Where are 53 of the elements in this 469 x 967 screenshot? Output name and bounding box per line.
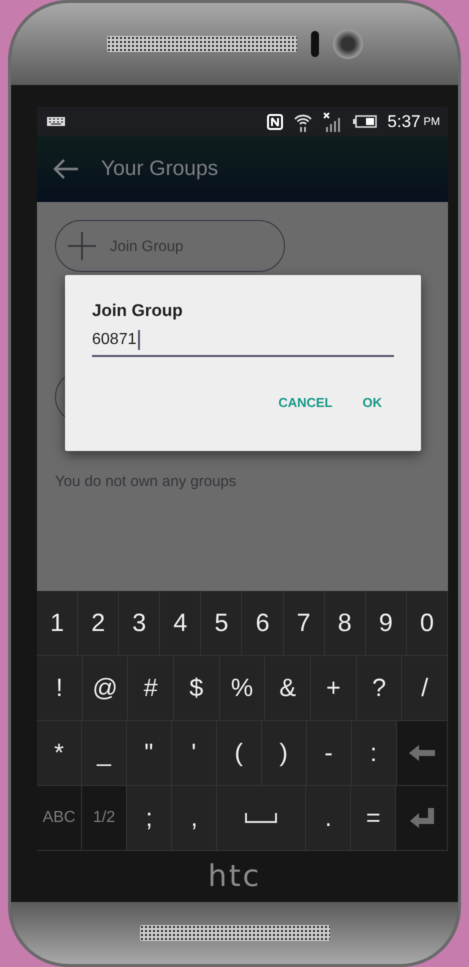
keyboard-key[interactable]: @ bbox=[82, 656, 128, 721]
wifi-icon bbox=[293, 112, 314, 132]
keyboard-key[interactable]: 6 bbox=[242, 591, 284, 656]
keyboard-key[interactable]: ! bbox=[37, 656, 83, 721]
keyboard-key[interactable]: 5 bbox=[201, 591, 242, 656]
keyboard-key[interactable]: + bbox=[311, 656, 357, 721]
clock-time: 5:37 bbox=[387, 112, 420, 132]
keyboard-key[interactable]: " bbox=[126, 721, 172, 786]
keyboard-icon bbox=[47, 117, 65, 126]
nfc-icon bbox=[267, 114, 284, 130]
screen-title: Your Groups bbox=[101, 157, 218, 181]
keyboard-key[interactable]: 1/2 bbox=[82, 786, 128, 851]
keyboard-key[interactable]: ABC bbox=[37, 786, 82, 851]
enter-key[interactable] bbox=[396, 786, 448, 851]
enter-icon bbox=[410, 808, 434, 828]
keyboard-key[interactable]: & bbox=[265, 656, 312, 721]
keyboard-key[interactable]: . bbox=[306, 786, 352, 851]
keyboard-key[interactable]: ) bbox=[262, 721, 307, 786]
back-arrow-icon[interactable] bbox=[53, 159, 79, 179]
keyboard-key[interactable]: % bbox=[220, 656, 266, 721]
keyboard-key[interactable]: , bbox=[172, 786, 218, 851]
keyboard-key[interactable]: 2 bbox=[78, 591, 120, 656]
keyboard-key[interactable]: 9 bbox=[366, 591, 407, 656]
keyboard-key[interactable]: # bbox=[128, 656, 174, 721]
keyboard-key[interactable]: * bbox=[37, 721, 82, 786]
sensor-slot bbox=[310, 31, 318, 57]
space-bar-icon bbox=[245, 813, 278, 823]
keyboard-key[interactable]: 4 bbox=[160, 591, 202, 656]
keyboard-key[interactable]: ( bbox=[216, 721, 262, 786]
brand-logo: htc bbox=[208, 859, 262, 894]
keyboard-key[interactable]: $ bbox=[174, 656, 220, 721]
keyboard-key[interactable]: ; bbox=[127, 786, 172, 851]
keyboard-key[interactable]: ? bbox=[356, 656, 402, 721]
keyboard-key[interactable]: 7 bbox=[284, 591, 325, 656]
battery-icon bbox=[353, 115, 378, 128]
keyboard-key[interactable]: _ bbox=[82, 721, 127, 786]
keyboard-key[interactable]: : bbox=[352, 721, 396, 786]
keyboard-key[interactable]: 0 bbox=[406, 591, 448, 656]
keyboard-key[interactable]: = bbox=[351, 786, 396, 851]
clock-period: PM bbox=[424, 116, 440, 128]
keyboard-key[interactable]: ' bbox=[172, 721, 217, 786]
backspace-icon bbox=[408, 745, 435, 761]
keyboard-key[interactable]: 8 bbox=[324, 591, 366, 656]
camera-lens bbox=[332, 29, 362, 59]
group-code-field[interactable]: 60871 bbox=[92, 325, 394, 357]
keyboard-key[interactable]: - bbox=[306, 721, 352, 786]
keyboard-key[interactable]: / bbox=[402, 656, 448, 721]
dialog-title: Join Group bbox=[92, 301, 184, 321]
backspace-key[interactable] bbox=[396, 721, 448, 786]
empty-message: You do not own any groups bbox=[55, 473, 238, 490]
keyboard-key[interactable]: 3 bbox=[119, 591, 160, 656]
keyboard-key[interactable]: 1 bbox=[37, 591, 78, 656]
plus-icon bbox=[68, 232, 96, 260]
